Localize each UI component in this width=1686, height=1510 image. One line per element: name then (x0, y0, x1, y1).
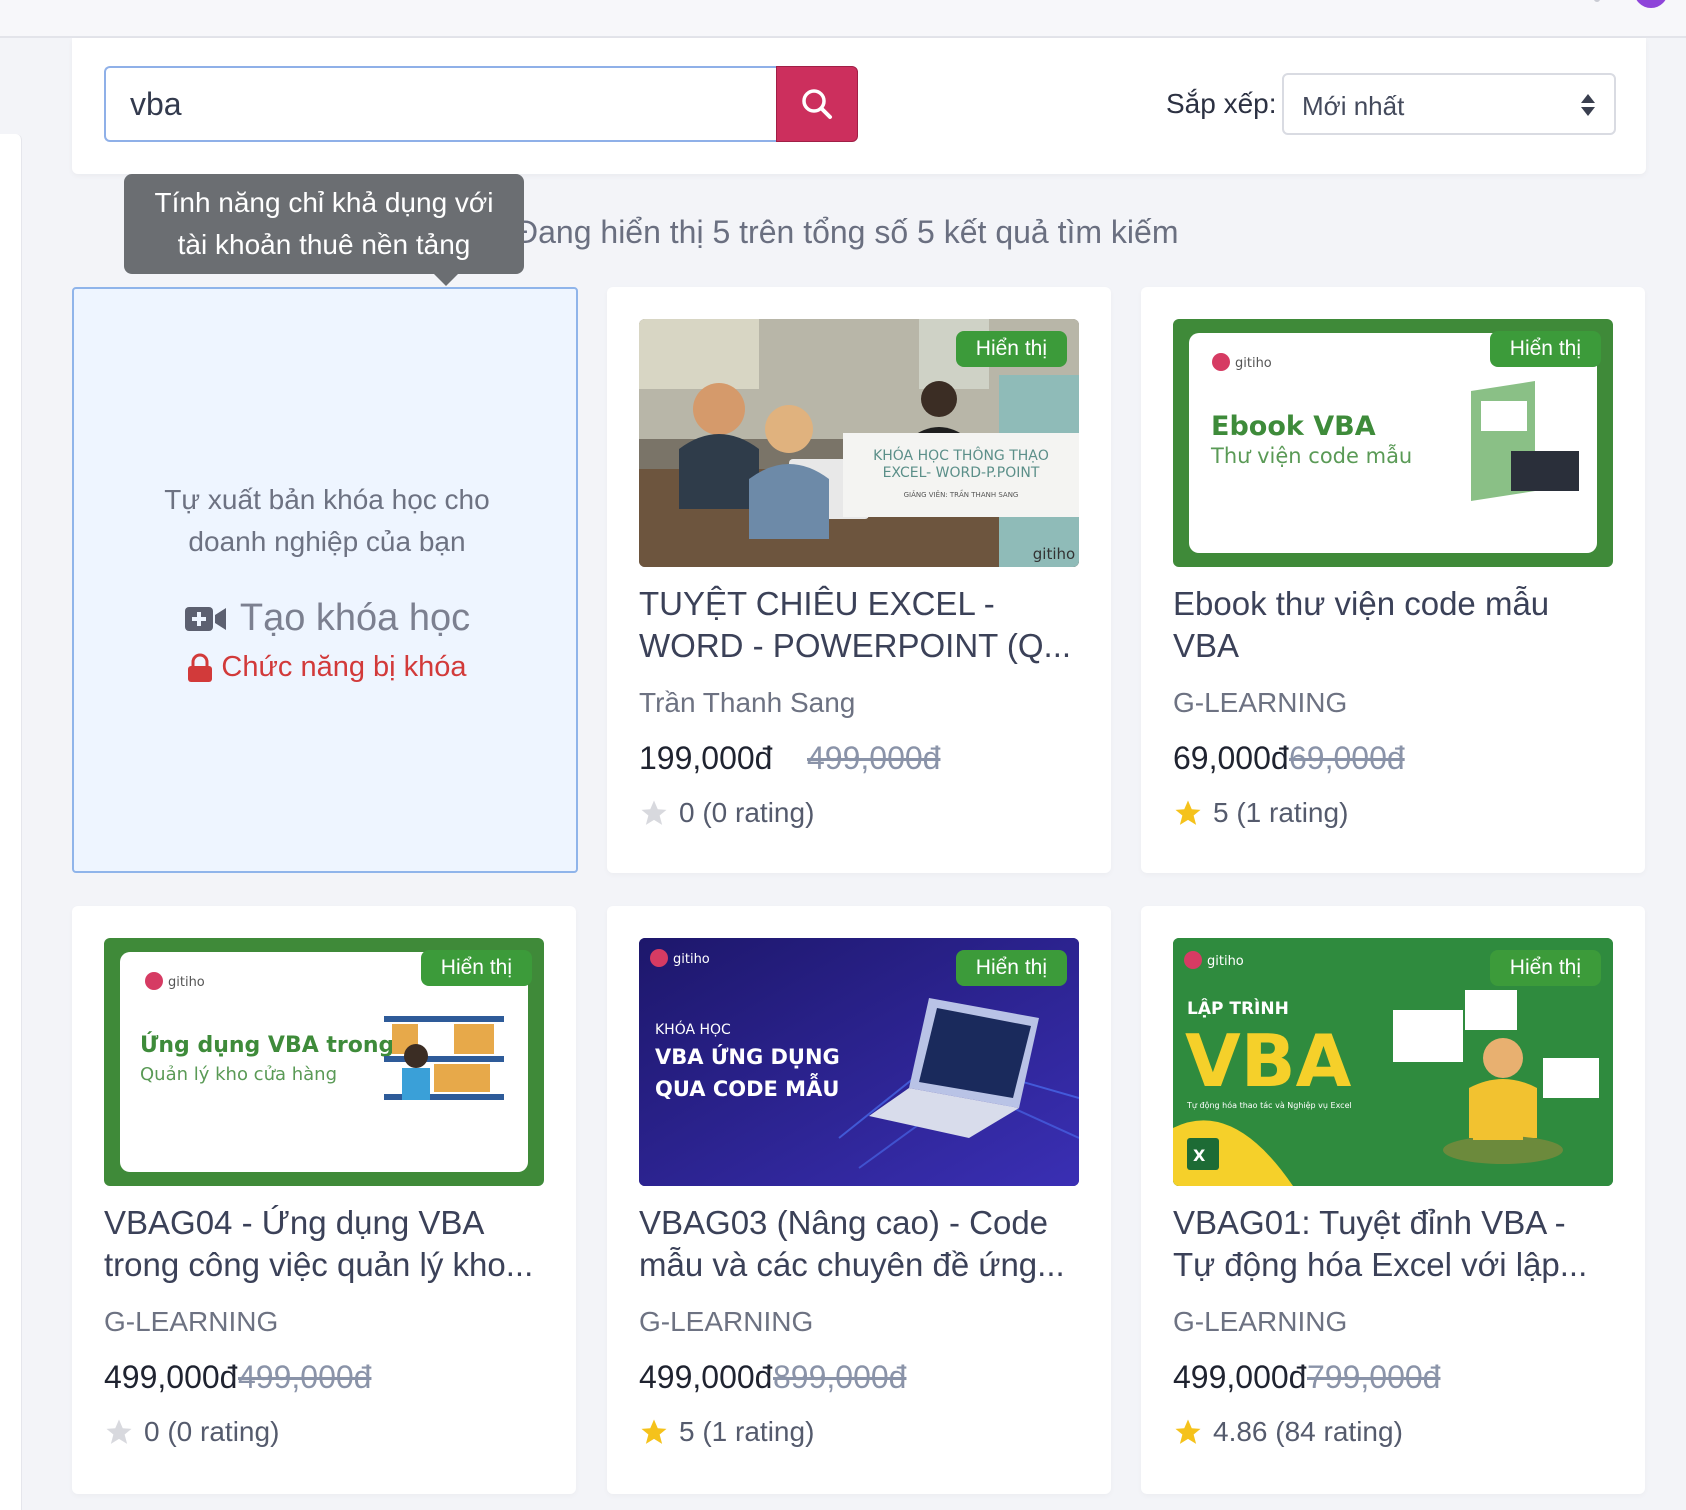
search-panel: Sắp xếp: Mới nhất (72, 38, 1646, 174)
course-title[interactable]: Ebook thư viện code mẫu VBA (1173, 583, 1613, 667)
course-author: G-LEARNING (1173, 1306, 1348, 1337)
left-sidebar-edge (0, 134, 22, 1510)
tooltip-line-2: tài khoản thuê nền tảng (177, 229, 471, 260)
thumb-big: VBA (1185, 1019, 1352, 1103)
visibility-badge: Hiển thị (955, 331, 1067, 367)
thumb-brand: gitiho (168, 975, 205, 990)
visibility-badge: Hiển thị (420, 950, 532, 986)
course-card[interactable]: gitiho Ebook VBA Thư viện code mẫu Hiển … (1141, 287, 1645, 873)
course-card[interactable]: gitiho KHÓA HỌC VBA ỨNG DỤNG QUA CODE MẪ… (607, 906, 1111, 1494)
visibility-badge: Hiển thị (1489, 331, 1601, 367)
course-title[interactable]: VBAG04 - Ứng dụng VBA trong công việc qu… (104, 1202, 544, 1286)
thumb-line-1: VBA ỨNG DỤNG (655, 1044, 840, 1069)
thumb-brand: gitiho (1207, 954, 1244, 969)
thumb-brand: gitiho (673, 952, 710, 967)
course-old-price: 899,000đ (773, 1359, 907, 1395)
search-input[interactable] (104, 66, 776, 142)
course-title[interactable]: VBAG01: Tuyệt đỉnh VBA - Tự động hóa Exc… (1173, 1202, 1613, 1286)
star-icon (641, 800, 667, 825)
thumb-sub: Thư viện code mẫu (1210, 443, 1412, 468)
course-card[interactable]: KHÓA HỌC THÔNG THẠO EXCEL- WORD-P.POINT … (607, 287, 1111, 873)
thumb-heading: Ứng dụng VBA trong (140, 1032, 394, 1058)
video-plus-icon (184, 606, 226, 631)
course-author: G-LEARNING (1173, 687, 1348, 718)
rating-text: 0 (0 rating) (679, 797, 815, 828)
course-old-price: 499,000đ (238, 1359, 372, 1395)
top-bar (0, 0, 1686, 38)
svg-text:X: X (1193, 1146, 1206, 1165)
course-card[interactable]: X gitiho LẬP TRÌNH VBA Tự động hóa thao … (1141, 906, 1645, 1494)
thumb-text-1: KHÓA HỌC THÔNG THẠO (873, 446, 1049, 464)
course-rating: 4.86 (84 rating) (1173, 1416, 1403, 1448)
thumb-text-3: GIẢNG VIÊN: TRẦN THANH SANG (904, 489, 1019, 499)
thumb-brand: gitiho (1033, 545, 1075, 563)
star-icon (641, 1419, 667, 1444)
search-button[interactable] (776, 66, 858, 142)
visibility-badge: Hiển thị (955, 950, 1067, 986)
locked-notice: Chức năng bị khóa (74, 651, 580, 684)
thumb-small: KHÓA HỌC (655, 1020, 731, 1038)
course-thumbnail[interactable]: X gitiho LẬP TRÌNH VBA Tự động hóa thao … (1173, 938, 1613, 1186)
course-author: G-LEARNING (639, 1306, 814, 1337)
course-price: 199,000đ (639, 740, 773, 776)
create-desc-line-2: doanh nghiệp của bạn (188, 526, 466, 557)
course-old-price: 69,000đ (1289, 740, 1405, 776)
thumb-heading: Ebook VBA (1211, 411, 1376, 442)
tooltip-line-1: Tính năng chỉ khả dụng với (154, 187, 494, 218)
course-card[interactable]: gitiho Ứng dụng VBA trong Quản lý kho cử… (72, 906, 576, 1494)
course-old-price: 799,000đ (1307, 1359, 1441, 1395)
search-icon (802, 89, 832, 119)
thumb-brand: gitiho (1235, 356, 1272, 371)
notification-dot[interactable] (1594, 0, 1600, 2)
course-author: G-LEARNING (104, 1306, 279, 1337)
sort-label: Sắp xếp: (1166, 88, 1277, 119)
course-rating: 5 (1 rating) (639, 1416, 814, 1448)
course-price: 69,000đ (1173, 740, 1289, 776)
thumb-sub: Tự động hóa thao tác và Nghiệp vụ Excel (1186, 1100, 1352, 1111)
create-course-label: Tạo khóa học (239, 597, 471, 639)
lock-icon (188, 653, 213, 682)
rating-text: 5 (1 rating) (1213, 797, 1349, 828)
rating-text: 0 (0 rating) (144, 1416, 280, 1447)
create-course-description: Tự xuất bản khóa học cho doanh nghiệp củ… (114, 479, 540, 563)
tooltip: Tính năng chỉ khả dụng với tài khoản thu… (124, 174, 524, 286)
sort-select[interactable]: Mới nhất (1282, 73, 1616, 135)
visibility-badge: Hiển thị (1489, 950, 1601, 986)
star-icon (1175, 800, 1201, 825)
create-course-card: Tự xuất bản khóa học cho doanh nghiệp củ… (72, 287, 578, 873)
course-rating: 0 (0 rating) (639, 797, 814, 829)
course-rating: 0 (0 rating) (104, 1416, 279, 1448)
rating-text: 4.86 (84 rating) (1213, 1416, 1403, 1447)
thumb-text-2: EXCEL- WORD-P.POINT (883, 465, 1040, 481)
course-thumbnail[interactable]: gitiho Ebook VBA Thư viện code mẫu Hiển … (1173, 319, 1613, 567)
star-icon (106, 1419, 132, 1444)
course-author: Trần Thanh Sang (639, 687, 856, 718)
create-desc-line-1: Tự xuất bản khóa học cho (164, 484, 490, 515)
thumb-sub: Quản lý kho cửa hàng (140, 1064, 337, 1085)
course-price: 499,000đ (104, 1359, 238, 1395)
sort-selected-value: Mới nhất (1302, 91, 1405, 121)
course-title[interactable]: VBAG03 (Nâng cao) - Code mẫu và các chuy… (639, 1202, 1079, 1286)
course-thumbnail[interactable]: KHÓA HỌC THÔNG THẠO EXCEL- WORD-P.POINT … (639, 319, 1079, 567)
course-price: 499,000đ (639, 1359, 773, 1395)
results-count-text: Đang hiển thị 5 trên tổng số 5 kết quả t… (515, 214, 1179, 250)
create-course-button[interactable]: Tạo khóa học (74, 597, 580, 640)
course-thumbnail[interactable]: gitiho Ứng dụng VBA trong Quản lý kho cử… (104, 938, 544, 1186)
course-thumbnail[interactable]: gitiho KHÓA HỌC VBA ỨNG DỤNG QUA CODE MẪ… (639, 938, 1079, 1186)
thumb-small: LẬP TRÌNH (1187, 997, 1289, 1019)
star-icon (1175, 1419, 1201, 1444)
locked-label: Chức năng bị khóa (221, 651, 467, 683)
select-arrows-icon (1581, 94, 1595, 116)
course-price: 499,000đ (1173, 1359, 1307, 1395)
course-old-price: 499,000đ (807, 740, 941, 776)
rating-text: 5 (1 rating) (679, 1416, 815, 1447)
course-title[interactable]: TUYỆT CHIÊU EXCEL - WORD - POWERPOINT (Q… (639, 583, 1079, 667)
avatar[interactable] (1634, 0, 1668, 8)
course-rating: 5 (1 rating) (1173, 797, 1348, 829)
thumb-line-2: QUA CODE MẪU (655, 1073, 839, 1101)
